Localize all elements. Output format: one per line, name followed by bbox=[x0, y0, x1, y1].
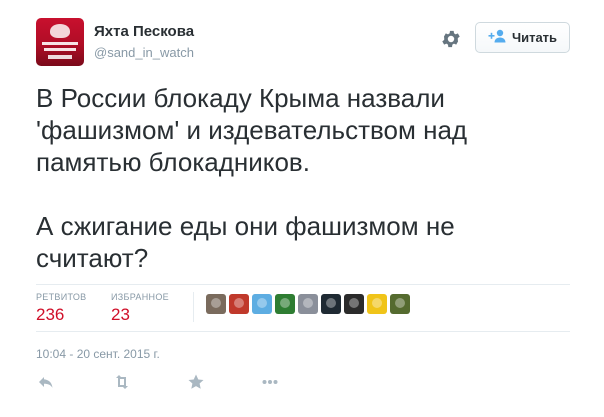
favoriter-avatar[interactable] bbox=[229, 294, 249, 314]
follow-button-label: Читать bbox=[511, 30, 558, 45]
favoriter-avatar[interactable] bbox=[344, 294, 364, 314]
follow-button[interactable]: Читать bbox=[475, 22, 570, 53]
favoriter-avatar[interactable] bbox=[252, 294, 272, 314]
retweet-icon[interactable] bbox=[112, 372, 132, 392]
divider bbox=[193, 292, 194, 322]
tweet-timestamp[interactable]: 10:04 - 20 сент. 2015 г. bbox=[36, 347, 160, 361]
favoriter-avatar[interactable] bbox=[367, 294, 387, 314]
divider bbox=[36, 284, 570, 285]
favorites-count: 23 bbox=[111, 305, 130, 324]
user-display-name[interactable]: Яхта Пескова bbox=[94, 23, 194, 40]
user-handle[interactable]: @sand_in_watch bbox=[94, 45, 194, 60]
more-icon[interactable] bbox=[260, 372, 280, 392]
favorites-label: ИЗБРАННОЕ bbox=[111, 292, 169, 302]
reply-icon[interactable] bbox=[36, 372, 56, 392]
retweets-count: 236 bbox=[36, 305, 65, 324]
add-person-icon bbox=[488, 29, 508, 46]
favoriter-avatar[interactable] bbox=[206, 294, 226, 314]
favoriter-avatar[interactable] bbox=[390, 294, 410, 314]
favoriter-avatar[interactable] bbox=[321, 294, 341, 314]
retweets-label: РЕТВИТОВ bbox=[36, 292, 87, 302]
divider bbox=[36, 331, 570, 332]
favorites-stat[interactable]: ИЗБРАННОЕ 23 bbox=[111, 292, 169, 325]
gear-icon[interactable] bbox=[440, 28, 462, 50]
tweet-text: В России блокаду Крыма назвали 'фашизмом… bbox=[36, 83, 468, 273]
favoriter-avatar[interactable] bbox=[275, 294, 295, 314]
star-icon[interactable] bbox=[186, 372, 206, 392]
user-avatar[interactable] bbox=[36, 18, 84, 66]
favoriter-avatar[interactable] bbox=[298, 294, 318, 314]
favoriter-avatars bbox=[206, 294, 410, 314]
tweet-actions bbox=[36, 372, 296, 394]
tweet-header: Яхта Пескова @sand_in_watch Читать bbox=[36, 18, 570, 66]
retweets-stat[interactable]: РЕТВИТОВ 236 bbox=[36, 292, 86, 325]
